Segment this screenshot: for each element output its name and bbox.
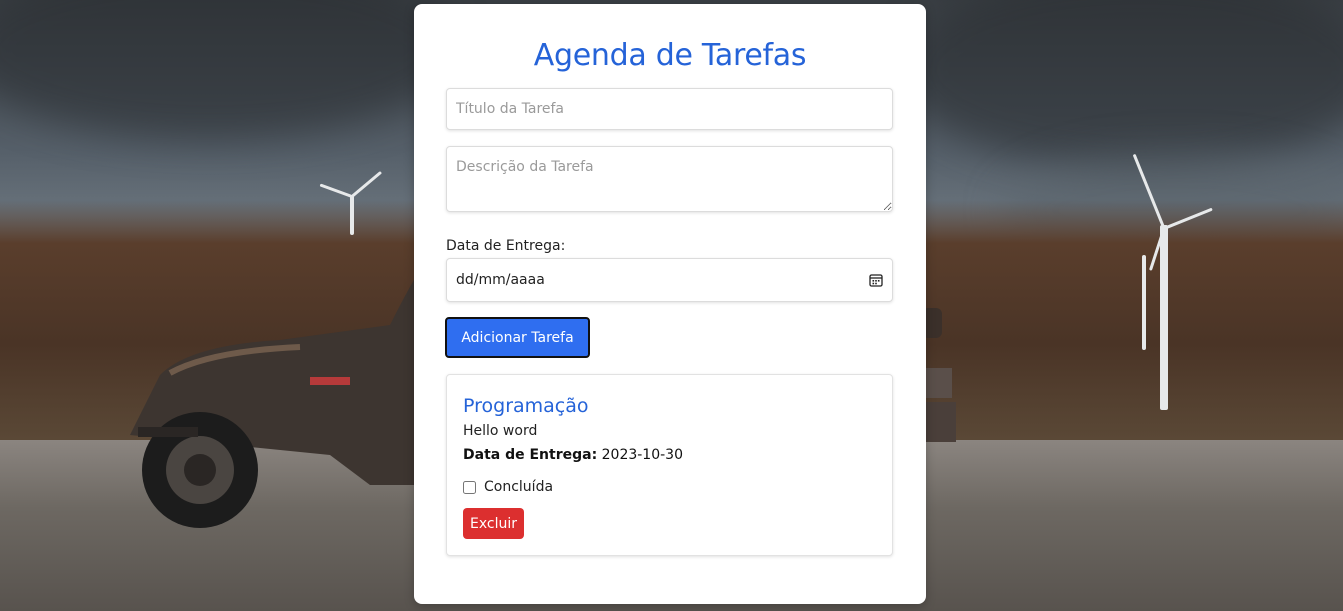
task-agenda-card: Agenda de Tarefas Data de Entrega: dd/mm… [414, 4, 926, 604]
calendar-icon[interactable] [869, 273, 883, 287]
delete-task-button[interactable]: Excluir [463, 508, 524, 539]
task-title-input[interactable] [446, 88, 893, 130]
due-date-label: Data de Entrega: [446, 238, 566, 254]
task-done-label: Concluída [484, 479, 554, 495]
task-done-checkbox[interactable] [463, 480, 476, 494]
cloud [900, 0, 1343, 170]
due-date-value: dd/mm/aaaa [456, 272, 545, 288]
task-due-date: Data de Entrega: 2023-10-30 [463, 447, 683, 463]
add-task-button[interactable]: Adicionar Tarefa [445, 317, 590, 358]
task-description: Hello word [463, 423, 538, 439]
due-date-input[interactable]: dd/mm/aaaa [446, 258, 893, 302]
task-due-label: Data de Entrega: [463, 447, 598, 463]
task-due-value: 2023-10-30 [601, 447, 683, 463]
task-card: Programação Hello word Data de Entrega: … [446, 374, 893, 556]
truck-rear-image [922, 308, 956, 442]
page-title: Agenda de Tarefas [533, 38, 807, 73]
truck-image [130, 255, 450, 528]
cloud [0, 0, 460, 140]
task-done-toggle[interactable]: Concluída [463, 479, 553, 495]
task-title: Programação [463, 395, 589, 417]
task-description-input[interactable] [446, 146, 893, 212]
